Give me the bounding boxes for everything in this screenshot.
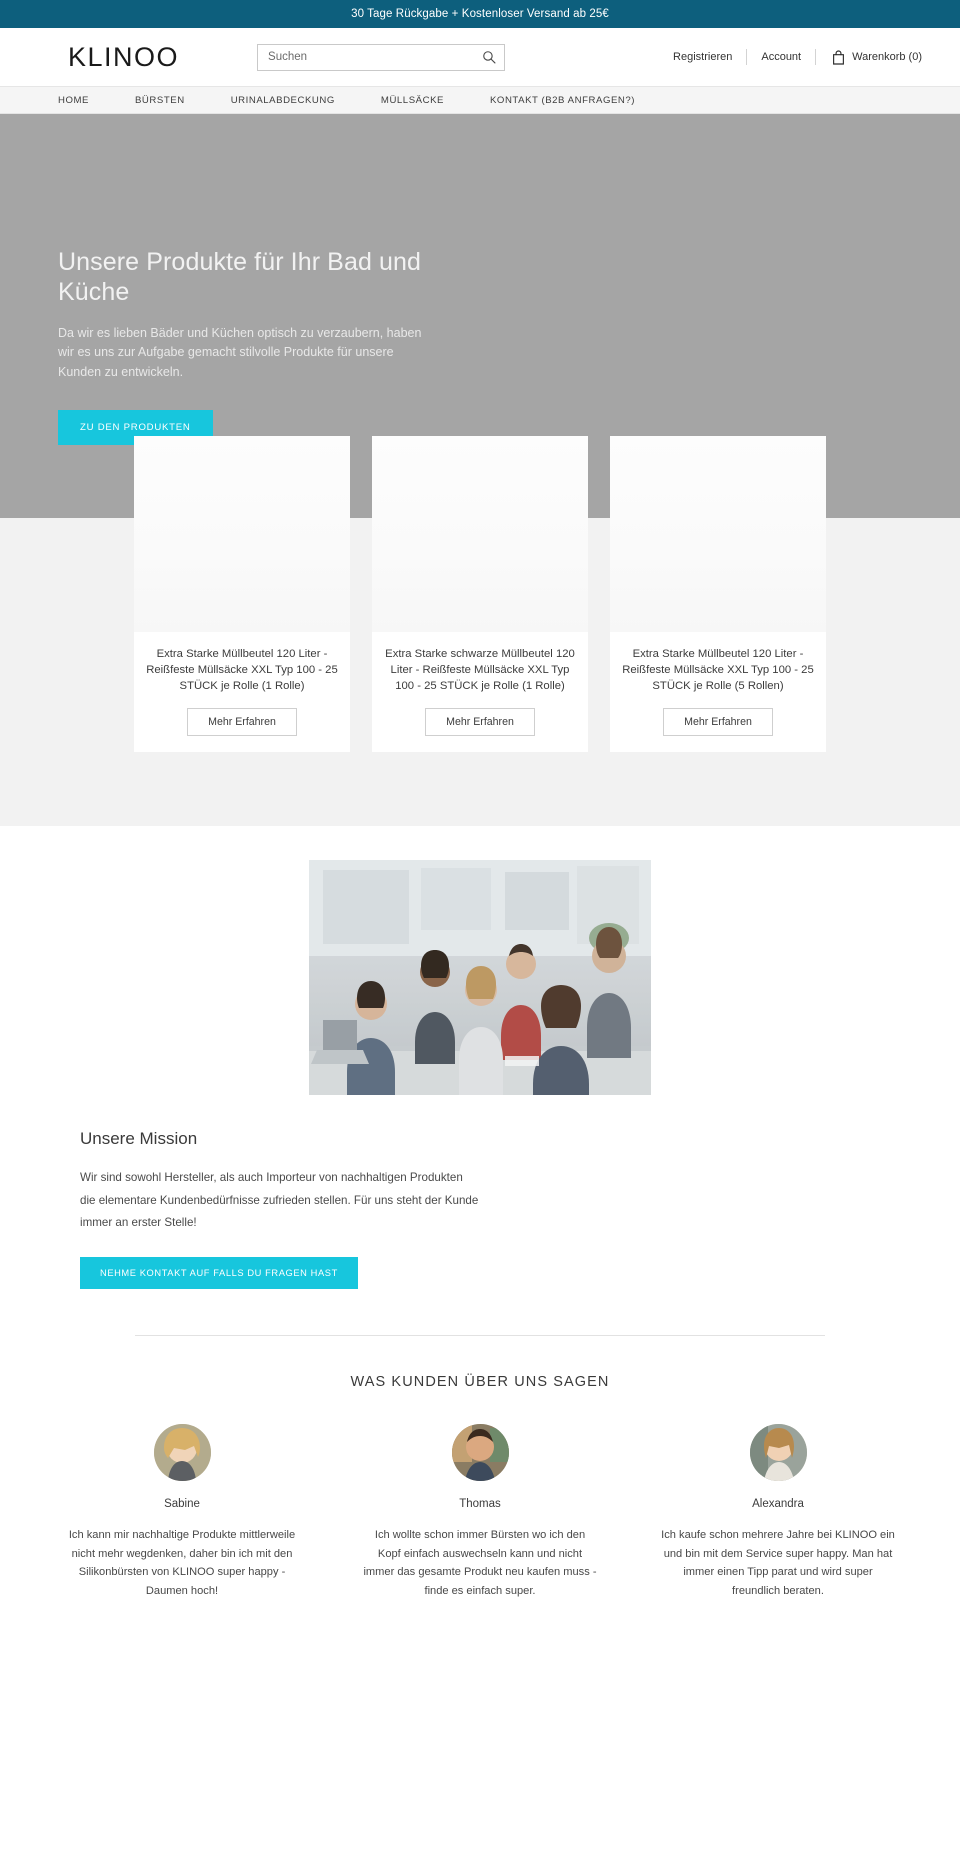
product-showcase: Extra Starke Müllbeutel 120 Liter - Reiß… [0, 436, 960, 827]
product-image [134, 436, 350, 632]
brand-logo[interactable]: KLINOO [68, 43, 179, 71]
testimonial-item: Thomas Ich wollte schon immer Bürsten wo… [362, 1423, 598, 1601]
testimonial-text: Ich wollte schon immer Bürsten wo ich de… [363, 1528, 597, 1597]
product-title: Extra Starke Müllbeutel 120 Liter - Reiß… [146, 648, 338, 693]
testimonial-item: Alexandra Ich kaufe schon mehrere Jahre … [660, 1423, 896, 1601]
main-navigation: HOME BÜRSTEN URINALABDECKUNG MÜLLSÄCKE K… [0, 86, 960, 114]
testimonial-item: Sabine Ich kann mir nachhaltige Produkte… [64, 1423, 300, 1601]
announcement-text: 30 Tage Rückgabe + Kostenloser Versand a… [351, 8, 609, 20]
product-card[interactable]: Extra Starke Müllbeutel 120 Liter - Reiß… [610, 436, 826, 753]
avatar [451, 1423, 509, 1481]
nav-item-kontakt[interactable]: KONTAKT (B2B ANFRAGEN?) [490, 95, 635, 106]
product-card[interactable]: Extra Starke schwarze Müllbeutel 120 Lit… [372, 436, 588, 753]
testimonials-heading: WAS KUNDEN ÜBER UNS SAGEN [350, 1373, 610, 1390]
product-card-row: Extra Starke Müllbeutel 120 Liter - Reiß… [0, 436, 960, 782]
cart-button[interactable]: Warenkorb (0) [816, 49, 922, 65]
testimonial-name: Alexandra [752, 1497, 804, 1510]
header-actions: Registrieren Account Warenkorb (0) [659, 49, 922, 65]
product-card[interactable]: Extra Starke Müllbeutel 120 Liter - Reiß… [134, 436, 350, 753]
site-header: KLINOO Registrieren Account Warenkorb (0… [0, 28, 960, 86]
mission-image [309, 860, 651, 1096]
search-input[interactable] [268, 51, 483, 63]
announcement-bar: 30 Tage Rückgabe + Kostenloser Versand a… [0, 0, 960, 28]
mission-section: Unsere Mission Wir sind sowohl Herstelle… [0, 826, 960, 1336]
mission-content: Unsere Mission Wir sind sowohl Herstelle… [58, 1129, 902, 1289]
register-link[interactable]: Registrieren [659, 51, 746, 63]
testimonials-section: WAS KUNDEN ÜBER UNS SAGEN Sabine Ich kan… [0, 1336, 960, 1629]
product-title: Extra Starke schwarze Müllbeutel 120 Lit… [385, 648, 575, 693]
cart-label: Warenkorb (0) [852, 51, 922, 63]
testimonial-name: Sabine [164, 1497, 200, 1510]
product-image [372, 436, 588, 632]
hero-title: Unsere Produkte für Ihr Bad und Küche [58, 248, 422, 306]
nav-item-urinal[interactable]: URINALABDECKUNG [231, 95, 335, 106]
nav-item-buersten[interactable]: BÜRSTEN [135, 95, 185, 106]
nav-item-home[interactable]: HOME [58, 95, 89, 106]
avatar [153, 1423, 211, 1481]
account-link[interactable]: Account [747, 51, 815, 63]
hero-paragraph: Da wir es lieben Bäder und Küchen optisc… [58, 326, 422, 379]
testimonial-text: Ich kann mir nachhaltige Produkte mittle… [68, 1528, 296, 1597]
shopping-bag-icon [832, 49, 845, 65]
product-more-button[interactable]: Mehr Erfahren [425, 708, 535, 737]
testimonial-name: Thomas [459, 1497, 501, 1510]
mission-paragraph: Wir sind sowohl Hersteller, als auch Imp… [80, 1171, 479, 1230]
mission-heading: Unsere Mission [80, 1129, 198, 1149]
product-image [610, 436, 826, 632]
hero-content: Unsere Produkte für Ihr Bad und Küche Da… [58, 247, 478, 446]
testimonial-row: Sabine Ich kann mir nachhaltige Produkte… [0, 1423, 960, 1601]
mission-contact-button[interactable]: NEHME KONTAKT AUF FALLS DU FRAGEN HAST [80, 1256, 358, 1289]
search-box[interactable] [257, 43, 506, 71]
product-more-button[interactable]: Mehr Erfahren [663, 708, 773, 737]
search-icon[interactable] [482, 50, 496, 64]
product-title: Extra Starke Müllbeutel 120 Liter - Reiß… [622, 648, 814, 693]
testimonial-text: Ich kaufe schon mehrere Jahre bei KLINOO… [661, 1528, 895, 1597]
avatar [749, 1423, 807, 1481]
nav-item-muellsaecke[interactable]: MÜLLSÄCKE [381, 95, 444, 106]
product-more-button[interactable]: Mehr Erfahren [187, 708, 297, 737]
